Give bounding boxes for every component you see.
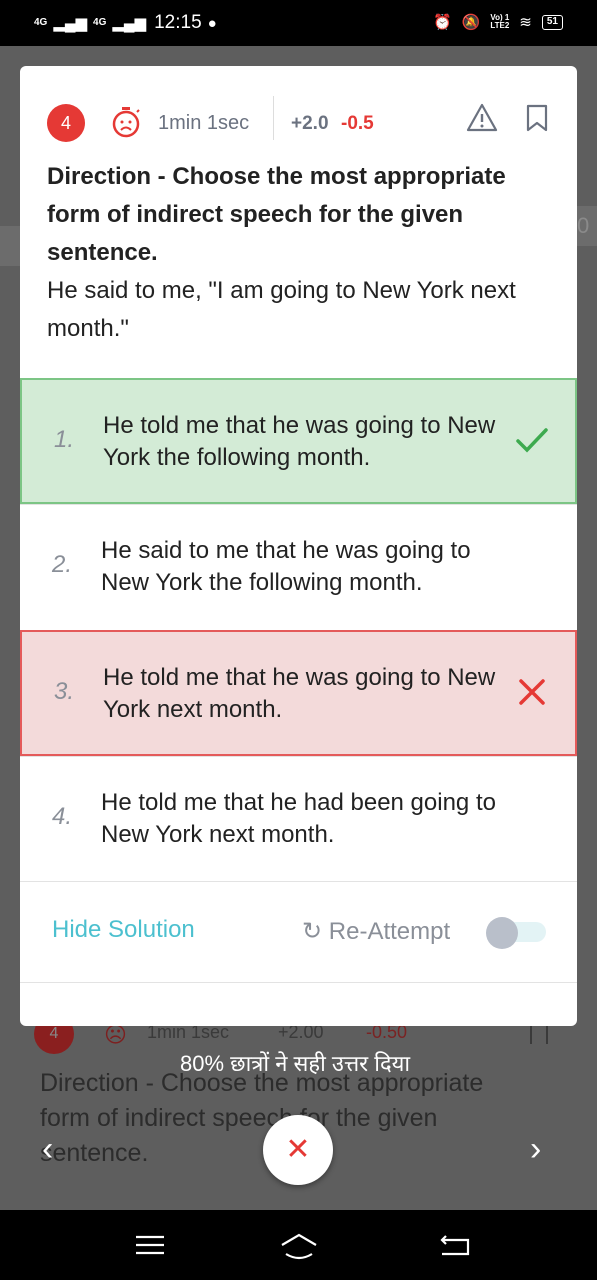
re-attempt-button[interactable]: ↻ Re-Attempt bbox=[302, 917, 450, 946]
plus-marks: +2.0 bbox=[291, 113, 329, 134]
wifi-icon: ≋ bbox=[519, 14, 532, 31]
meta-divider bbox=[273, 96, 274, 140]
re-attempt-toggle[interactable] bbox=[486, 917, 546, 949]
option-4[interactable]: 4. He told me that he had been going to … bbox=[20, 756, 577, 882]
close-solution-button[interactable]: ✕ bbox=[263, 1115, 333, 1185]
hide-solution-button[interactable]: Hide Solution bbox=[52, 916, 195, 944]
option-2[interactable]: 2. He said to me that he was going to Ne… bbox=[20, 504, 577, 630]
toggle-thumb bbox=[486, 917, 518, 949]
option-text: He told me that he had been going to New… bbox=[101, 789, 496, 848]
check-icon bbox=[516, 428, 548, 453]
compass-icon: ● bbox=[207, 14, 217, 32]
signal-2-icon: 4G bbox=[93, 17, 107, 28]
sad-timer-icon bbox=[112, 107, 140, 138]
option-3[interactable]: 3. He told me that he was going to New Y… bbox=[20, 630, 577, 756]
correct-percent-text: 80% छात्रों ने सही उत्तर दिया bbox=[180, 1051, 411, 1076]
re-attempt-label: Re-Attempt bbox=[328, 918, 451, 945]
system-nav-bar bbox=[0, 1210, 597, 1280]
refresh-icon: ↻ bbox=[302, 918, 323, 945]
question-text: He said to me, "I am going to New York n… bbox=[47, 277, 516, 342]
next-question-button[interactable]: › bbox=[530, 1130, 541, 1169]
minus-marks: -0.5 bbox=[341, 113, 374, 134]
option-text: He said to me that he was going to New Y… bbox=[101, 537, 471, 596]
option-number: 1. bbox=[54, 426, 75, 453]
option-text: He told me that he was going to New York… bbox=[103, 664, 496, 723]
option-1[interactable]: 1. He told me that he was going to New Y… bbox=[20, 378, 577, 504]
bookmark-icon[interactable] bbox=[526, 104, 548, 132]
option-text: He told me that he was going to New York… bbox=[103, 412, 496, 471]
battery-icon: 51 bbox=[541, 14, 563, 30]
back-icon[interactable] bbox=[440, 1232, 470, 1258]
option-number: 3. bbox=[54, 678, 75, 705]
background-strip-right: 0 bbox=[577, 206, 597, 246]
menu-icon[interactable] bbox=[136, 1234, 164, 1256]
mute-icon: 🔕 bbox=[461, 14, 481, 31]
signal-1-icon: 4G bbox=[34, 17, 48, 28]
actions-bottom-divider bbox=[20, 982, 577, 983]
option-number: 4. bbox=[52, 803, 73, 830]
clock: 12:15 bbox=[154, 12, 202, 33]
background-strip bbox=[0, 226, 20, 266]
options-bottom-divider bbox=[20, 881, 577, 882]
question-meta: 4 1min 1sec +2.0 -0.5 bbox=[20, 96, 577, 146]
report-warning-icon[interactable] bbox=[466, 102, 498, 134]
question-number-badge: 4 bbox=[47, 104, 85, 142]
option-number: 2. bbox=[52, 551, 73, 578]
home-icon[interactable] bbox=[280, 1232, 318, 1260]
lte-icon: Vo) 1 LTE2 bbox=[490, 13, 510, 30]
cross-icon bbox=[519, 679, 545, 705]
solution-card: 4 1min 1sec +2.0 -0.5 Direction - Choose… bbox=[20, 66, 577, 1026]
question-direction: Direction - Choose the most appropriate … bbox=[47, 163, 506, 266]
status-bar: 4G ▂▄▆ 4G ▂▄▆ 12:15 ● ⏰ 🔕 Vo) 1 LTE2 ≋ 5… bbox=[0, 0, 597, 46]
time-taken: 1min 1sec bbox=[158, 112, 250, 134]
signal-bars-2-icon: ▂▄▆ bbox=[112, 15, 147, 32]
signal-bars-icon: ▂▄▆ bbox=[53, 15, 88, 32]
alarm-icon: ⏰ bbox=[432, 14, 452, 31]
previous-question-button[interactable]: ‹ bbox=[42, 1130, 53, 1169]
